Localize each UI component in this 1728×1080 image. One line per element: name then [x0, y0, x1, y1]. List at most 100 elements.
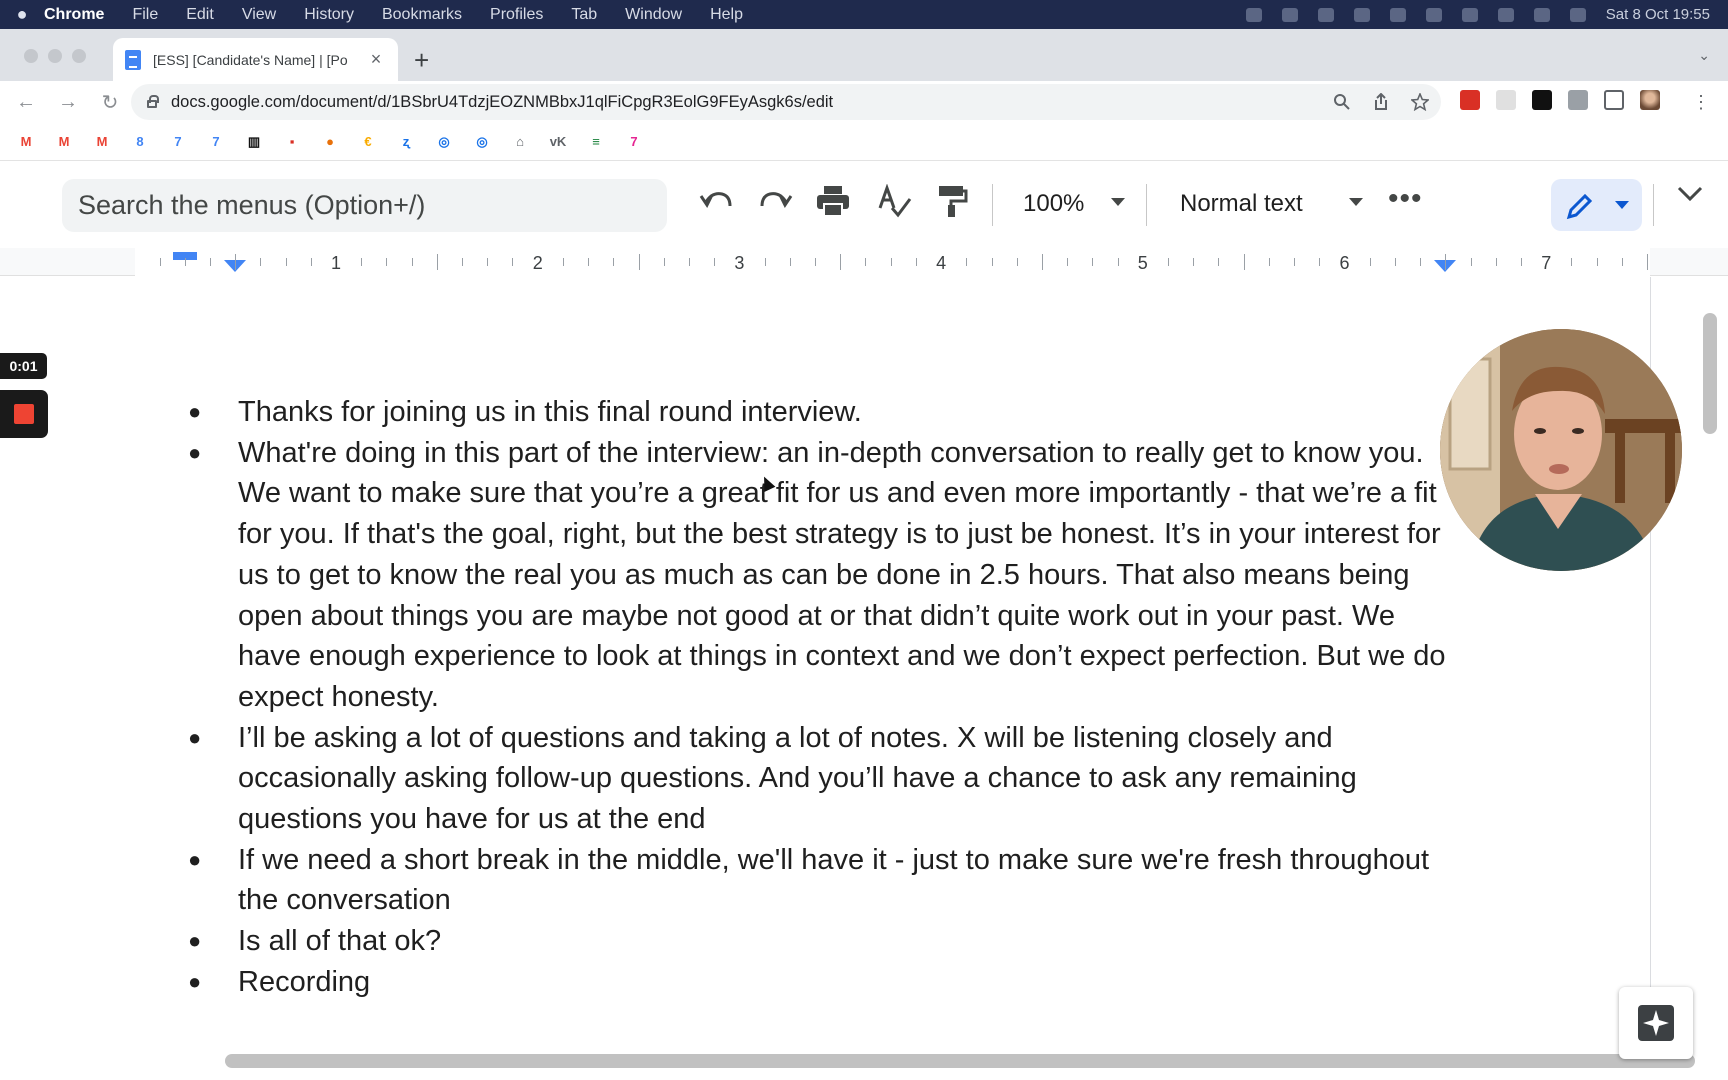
menu-bookmarks[interactable]: Bookmarks	[382, 6, 462, 24]
toolbar-divider	[992, 184, 993, 226]
ruler[interactable]: 1 2 3 4 5 6 7	[0, 248, 1728, 276]
gmail-icon[interactable]: M	[54, 133, 74, 151]
document-bullet[interactable]: If we need a short break in the middle, …	[188, 840, 1448, 921]
brightness-status-icon[interactable]	[1281, 7, 1298, 22]
zoom-window-button[interactable]	[72, 49, 86, 63]
menu-view[interactable]: View	[242, 6, 276, 24]
side-panel-icon[interactable]	[1604, 90, 1624, 110]
extensions-puzzle-icon[interactable]	[1568, 90, 1588, 110]
camera-status-icon[interactable]	[1245, 7, 1262, 22]
address-bar[interactable]: docs.google.com/document/d/1BSbrU4TdzjEO…	[131, 84, 1441, 120]
app-icon[interactable]: ʐ	[396, 133, 416, 151]
dropbox-status-icon[interactable]	[1353, 7, 1370, 22]
control-center-icon[interactable]	[1533, 7, 1550, 22]
app-icon[interactable]: ●	[320, 133, 340, 151]
menu-edit[interactable]: Edit	[186, 6, 214, 24]
ruler-tick	[1218, 258, 1220, 266]
hide-menus-chevron-icon[interactable]	[1676, 184, 1704, 204]
menu-app-name[interactable]: Chrome	[44, 6, 104, 24]
paragraph-style-select[interactable]: Normal text	[1180, 190, 1303, 218]
battery-status-icon[interactable]	[1389, 7, 1406, 22]
paragraph-style-dropdown-icon[interactable]	[1349, 198, 1363, 206]
zoom-icon[interactable]	[1333, 93, 1351, 111]
bookmark-star-icon[interactable]	[1411, 93, 1429, 111]
webcam-bubble[interactable]	[1440, 329, 1682, 571]
menu-profiles[interactable]: Profiles	[490, 6, 543, 24]
app-icon[interactable]: ⌂	[510, 133, 530, 151]
document-bullet[interactable]: Is all of that ok?	[188, 921, 1448, 962]
menu-search-input[interactable]: Search the menus (Option+/)	[62, 179, 667, 232]
wifi-status-icon[interactable]	[1461, 7, 1478, 22]
new-tab-button[interactable]: +	[414, 45, 429, 76]
browser-tab-active[interactable]: [ESS] [Candidate's Name] | [Po ×	[113, 38, 398, 81]
ruler-tick	[613, 258, 615, 266]
profile-avatar[interactable]	[1640, 90, 1660, 110]
lock-icon[interactable]	[147, 95, 159, 108]
ruler-tick	[1470, 258, 1472, 266]
ruler-tick	[1268, 258, 1270, 266]
spotlight-search-icon[interactable]	[1497, 7, 1514, 22]
back-button[interactable]: ←	[10, 91, 42, 114]
calendar-icon[interactable]: 8	[130, 133, 150, 151]
gmail-icon[interactable]: M	[16, 133, 36, 151]
more-options-icon[interactable]: •••	[1388, 182, 1423, 216]
menu-window[interactable]: Window	[625, 6, 682, 24]
extension-play-icon[interactable]	[1532, 90, 1552, 110]
apple-icon[interactable]: ●	[0, 4, 44, 25]
reload-button[interactable]: ↻	[94, 90, 126, 115]
tab-strip: [ESS] [Candidate's Name] | [Po × + ⌄	[0, 29, 1728, 81]
menu-file[interactable]: File	[132, 6, 158, 24]
stop-recording-button[interactable]	[0, 390, 48, 438]
zoom-select[interactable]: 100%	[1023, 190, 1084, 218]
google-docs-icon	[125, 49, 141, 70]
gmail-icon[interactable]: M	[92, 133, 112, 151]
print-icon[interactable]	[815, 184, 851, 218]
menubar-clock[interactable]: Sat 8 Oct 19:55	[1606, 6, 1710, 23]
zoom-dropdown-icon[interactable]	[1111, 198, 1125, 206]
evernote-status-icon[interactable]	[1317, 7, 1334, 22]
extension-grey-icon[interactable]	[1496, 90, 1516, 110]
chat-icon[interactable]: ◎	[472, 133, 492, 151]
extension-red-icon[interactable]	[1460, 90, 1480, 110]
chat-icon[interactable]: ◎	[434, 133, 454, 151]
address-url[interactable]: docs.google.com/document/d/1BSbrU4TdzjEO…	[171, 93, 1441, 112]
trello-icon[interactable]: ▥	[244, 133, 264, 151]
undo-icon[interactable]	[698, 184, 734, 214]
document-bullet[interactable]: I’ll be asking a lot of questions and ta…	[188, 718, 1448, 840]
ruler-tick	[815, 258, 817, 266]
app-icon[interactable]: 7	[624, 133, 644, 151]
calendar-icon[interactable]: 7	[206, 133, 226, 151]
ruler-tick	[1420, 258, 1422, 266]
editing-mode-button[interactable]	[1551, 179, 1642, 231]
menu-history[interactable]: History	[304, 6, 354, 24]
ruler-tick	[1647, 254, 1649, 270]
menu-tab[interactable]: Tab	[571, 6, 597, 24]
vertical-scrollbar[interactable]	[1703, 313, 1717, 434]
explore-button[interactable]	[1619, 987, 1693, 1059]
forward-button[interactable]: →	[52, 91, 84, 114]
toolbar-divider	[1653, 184, 1654, 226]
browser-menu-icon[interactable]: ⋮	[1692, 92, 1710, 113]
list-icon[interactable]: ≡	[586, 133, 606, 151]
ruler-number: 1	[331, 253, 342, 273]
horizontal-scrollbar[interactable]	[225, 1054, 1695, 1068]
redo-icon[interactable]	[758, 184, 794, 214]
euro-icon[interactable]: €	[358, 133, 378, 151]
spellcheck-icon[interactable]	[876, 184, 912, 218]
tab-close-icon[interactable]: ×	[366, 49, 386, 70]
bluetooth-status-icon[interactable]	[1425, 7, 1442, 22]
close-window-button[interactable]	[24, 49, 38, 63]
app-icon[interactable]: ▪	[282, 133, 302, 151]
menu-help[interactable]: Help	[710, 6, 743, 24]
document-bullet[interactable]: Recording	[188, 962, 1448, 1003]
document-bullet[interactable]: What're doing in this part of the interv…	[188, 433, 1448, 718]
omnibox-actions	[1333, 84, 1429, 120]
vk-icon[interactable]: vK	[548, 133, 568, 151]
minimize-window-button[interactable]	[48, 49, 62, 63]
tab-search-icon[interactable]: ⌄	[1698, 47, 1710, 64]
paint-format-icon[interactable]	[936, 184, 968, 218]
share-icon[interactable]	[1373, 93, 1389, 111]
siri-icon[interactable]	[1569, 7, 1586, 22]
document-bullet[interactable]: Thanks for joining us in this final roun…	[188, 392, 1448, 433]
calendar-icon[interactable]: 7	[168, 133, 188, 151]
